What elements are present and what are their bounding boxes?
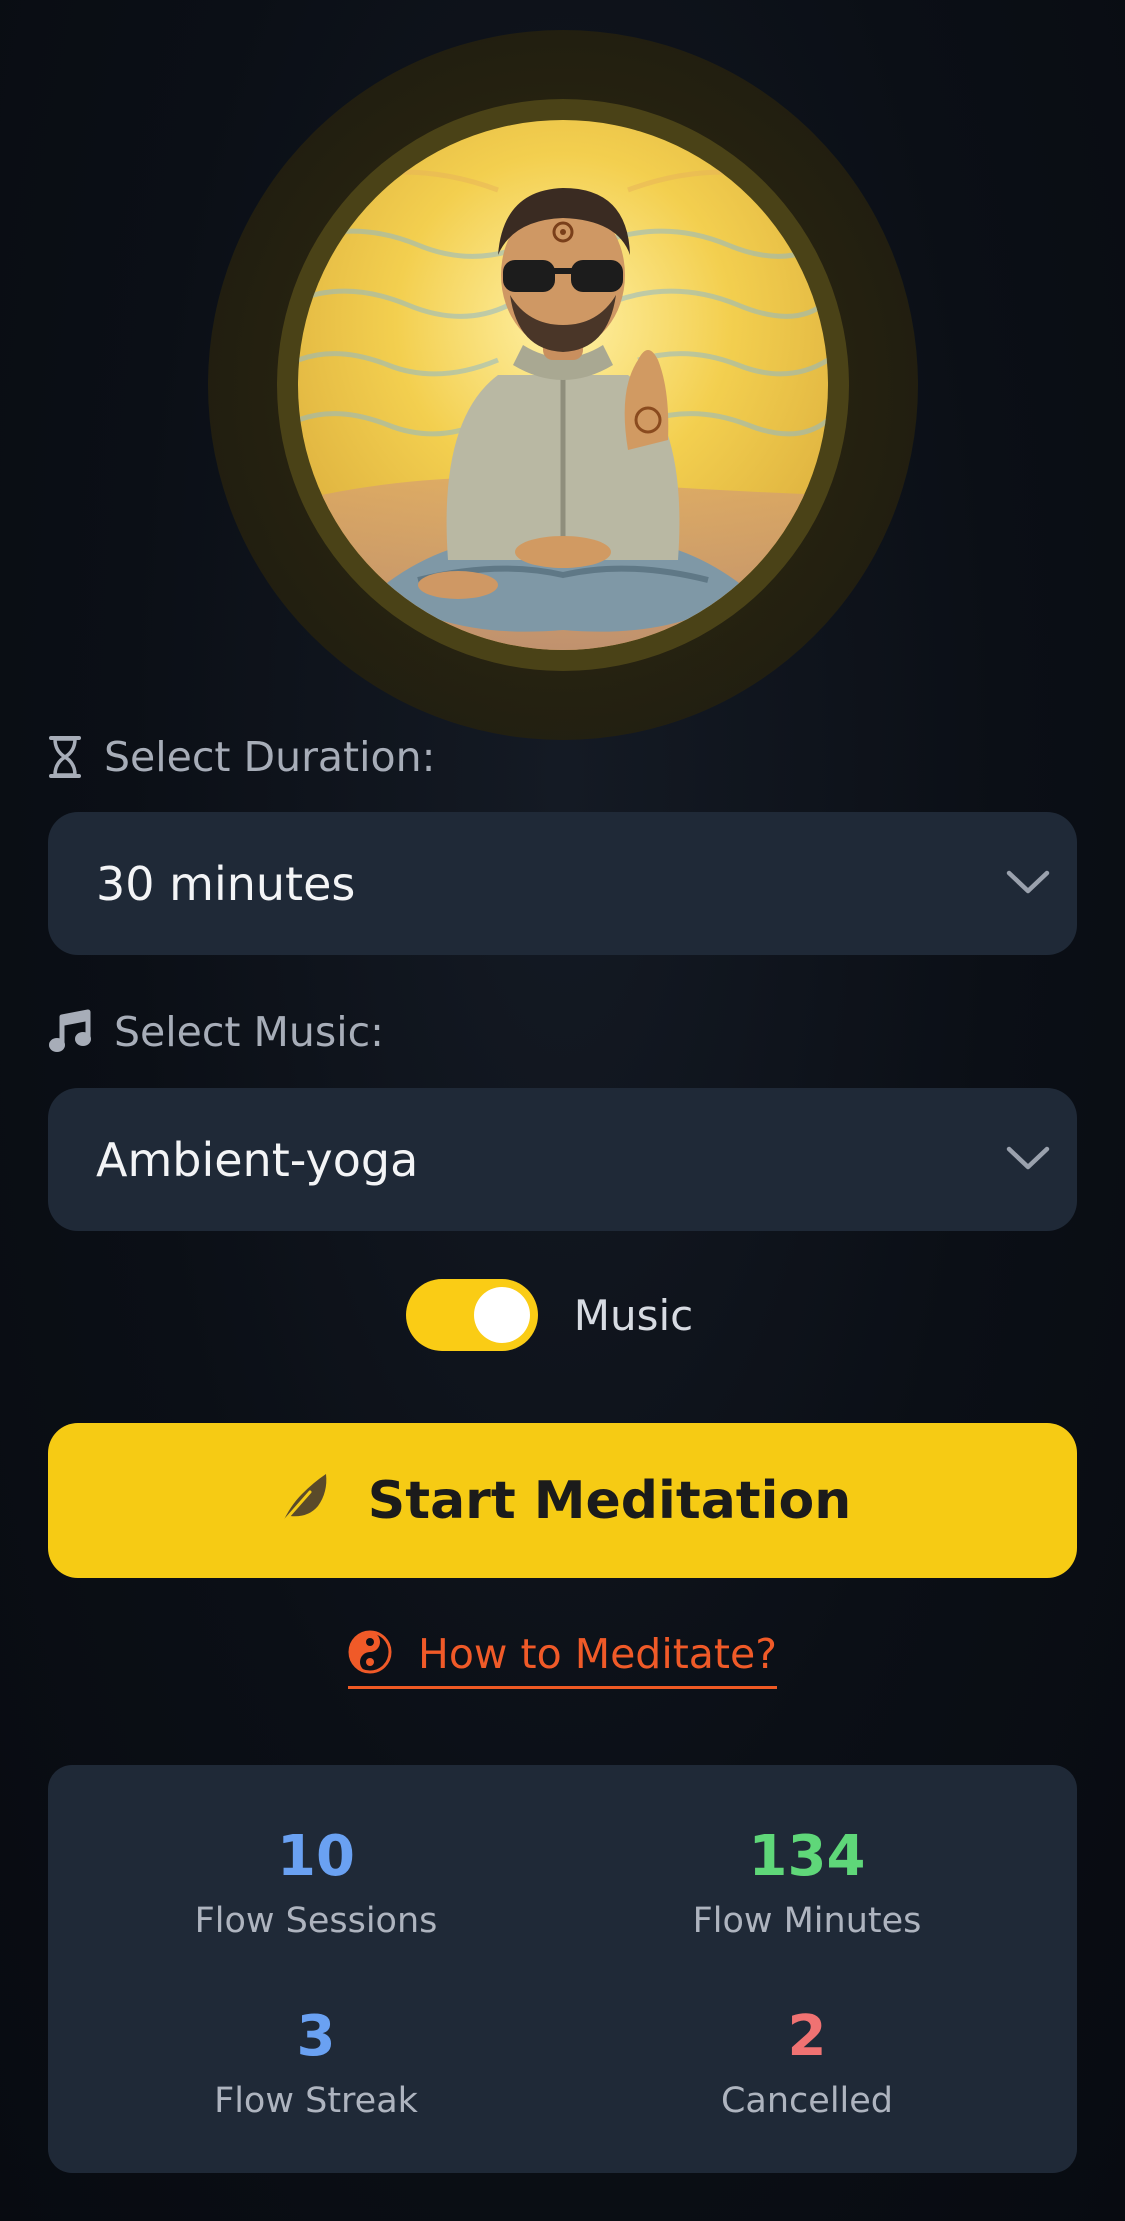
how-to-meditate-label: How to Meditate? xyxy=(418,1630,777,1678)
music-label: Select Music: xyxy=(48,1008,384,1056)
toggle-knob xyxy=(473,1287,530,1343)
stat-cancelled: 2 Cancelled xyxy=(607,2004,1007,2122)
hourglass-icon xyxy=(48,735,82,779)
music-toggle[interactable] xyxy=(405,1279,538,1351)
stat-flow-sessions: 10 Flow Sessions xyxy=(116,1824,516,1942)
stat-value: 10 xyxy=(277,1824,355,1889)
duration-select[interactable]: 30 minutes xyxy=(48,812,1077,955)
music-toggle-row: Music xyxy=(0,1278,1125,1352)
stats-card: 10 Flow Sessions 134 Flow Minutes 3 Flow… xyxy=(48,1765,1077,2173)
stat-value: 3 xyxy=(296,2004,336,2069)
meditating-person-illustration xyxy=(298,120,828,650)
how-to-meditate-row: How to Meditate? xyxy=(0,1630,1125,1689)
duration-label-text: Select Duration: xyxy=(104,733,436,781)
music-note-icon xyxy=(48,1009,92,1055)
feather-icon xyxy=(274,1470,330,1532)
chevron-down-icon xyxy=(1005,1143,1051,1177)
start-meditation-label: Start Meditation xyxy=(367,1470,852,1531)
stat-label: Flow Sessions xyxy=(194,1901,438,1941)
yin-yang-icon xyxy=(348,1630,392,1678)
stat-flow-minutes: 134 Flow Minutes xyxy=(607,1824,1007,1942)
music-label-text: Select Music: xyxy=(114,1008,384,1056)
music-toggle-label: Music xyxy=(573,1290,694,1340)
stat-label: Flow Streak xyxy=(214,2081,418,2121)
stat-label: Flow Minutes xyxy=(692,1901,922,1941)
stat-value: 134 xyxy=(748,1824,866,1889)
start-meditation-button[interactable]: Start Meditation xyxy=(48,1423,1077,1578)
chevron-down-icon xyxy=(1005,867,1051,901)
stat-label: Cancelled xyxy=(720,2081,894,2121)
duration-label: Select Duration: xyxy=(48,733,435,781)
music-selected-value: Ambient-yoga xyxy=(96,1132,419,1187)
duration-selected-value: 30 minutes xyxy=(96,856,356,911)
how-to-meditate-link[interactable]: How to Meditate? xyxy=(348,1630,777,1689)
avatar xyxy=(298,120,828,650)
music-select[interactable]: Ambient-yoga xyxy=(48,1088,1077,1231)
stat-value: 2 xyxy=(787,2004,827,2069)
stat-flow-streak: 3 Flow Streak xyxy=(116,2004,516,2122)
